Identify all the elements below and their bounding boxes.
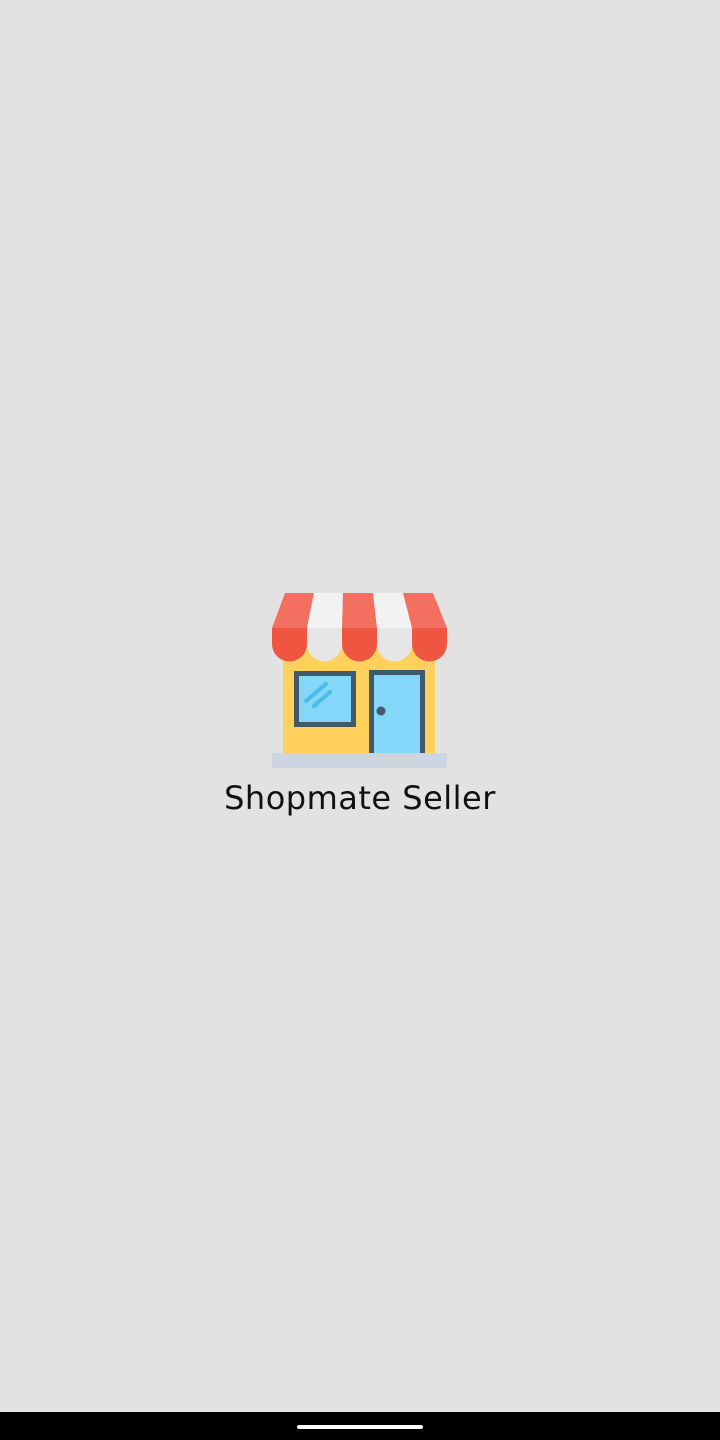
storefront-icon: [270, 590, 450, 770]
system-navigation-bar: [0, 1412, 720, 1440]
app-title: Shopmate Seller: [224, 779, 496, 817]
splash-screen: Shopmate Seller: [0, 0, 720, 1412]
home-indicator-icon[interactable]: [297, 1425, 423, 1429]
